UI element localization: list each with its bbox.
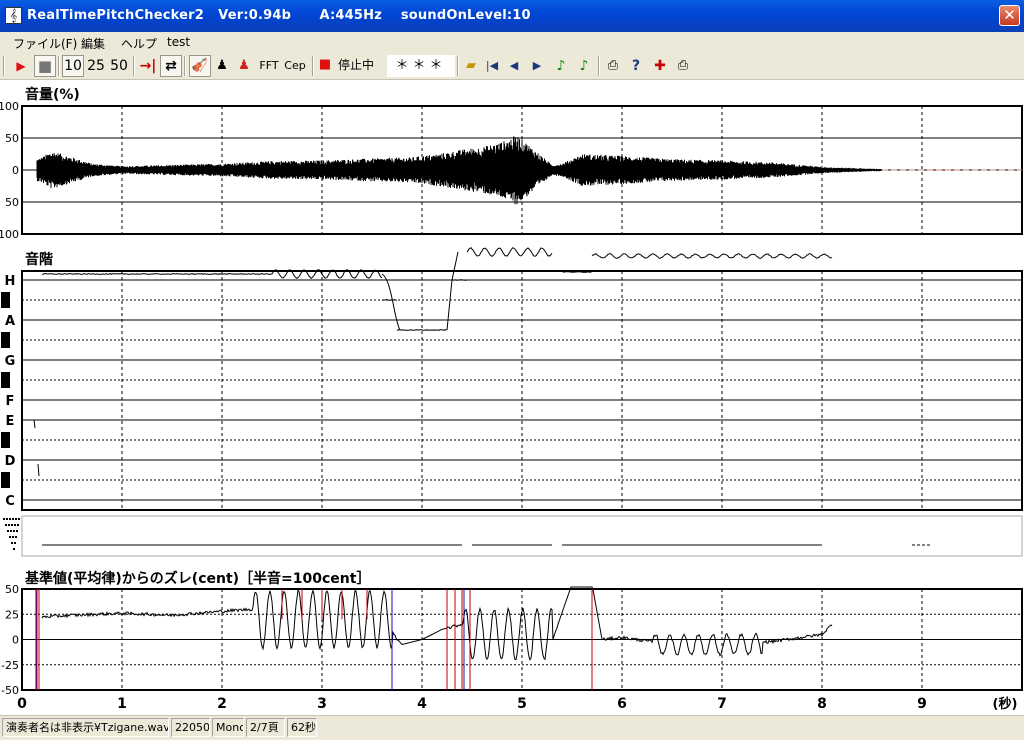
volume-axis-label: 100 bbox=[0, 100, 19, 113]
note-label-D: D bbox=[5, 454, 16, 469]
note-label-E: E bbox=[6, 414, 15, 429]
volume-axis-label: 50 bbox=[5, 132, 19, 145]
volume-axis-label: 50 bbox=[5, 196, 19, 209]
volume-chart: 100 50 0 50 100 bbox=[0, 100, 1023, 241]
charts-canvas: 10050050100 HAGFEDC 50250-25-50 01234567… bbox=[0, 100, 1023, 712]
note-label-C: C bbox=[5, 494, 15, 509]
plot-frame bbox=[21, 270, 1023, 511]
time-tick-label: 2 bbox=[217, 696, 227, 712]
pitch-transition bbox=[381, 273, 401, 331]
time-tick-label: 1 bbox=[117, 696, 127, 712]
strip-dot bbox=[17, 524, 19, 526]
deviation-axis-label: 25 bbox=[5, 608, 19, 621]
strip-dot bbox=[10, 530, 12, 532]
strip-dot bbox=[12, 518, 14, 520]
time-axis: 0 1 2 3 4 5 6 7 8 9 (秒) bbox=[17, 696, 1017, 712]
status-channel: Mono bbox=[212, 718, 244, 737]
status-bar: 演奏者名は非表示¥Tzigane.wav 22050 Mono 2/7頁 62秒 bbox=[0, 715, 1024, 740]
strip-dot bbox=[11, 524, 13, 526]
deviation-chart: 50250-25-50 bbox=[1, 583, 1023, 697]
pitch-trace bbox=[561, 271, 593, 273]
strip-dot bbox=[15, 518, 17, 520]
note-label-A: A bbox=[5, 314, 15, 329]
strip-dot bbox=[16, 530, 18, 532]
strip-dot bbox=[8, 524, 10, 526]
deviation-trace bbox=[41, 586, 833, 661]
onset-strip bbox=[3, 515, 1023, 557]
black-key-marker bbox=[1, 332, 10, 348]
time-tick-label: 6 bbox=[617, 696, 627, 712]
strip-dot bbox=[14, 524, 16, 526]
strip-dot bbox=[14, 542, 16, 544]
strip-dot bbox=[12, 536, 14, 538]
pitch-trace bbox=[591, 253, 833, 259]
deviation-axis-label: -25 bbox=[1, 659, 19, 672]
strip-dot bbox=[6, 518, 8, 520]
volume-axis-label: 100 bbox=[0, 228, 19, 241]
time-tick-label: 7 bbox=[717, 696, 727, 712]
note-label-H: H bbox=[5, 274, 16, 289]
status-length: 62秒 bbox=[287, 718, 317, 737]
time-tick-label: 8 bbox=[817, 696, 827, 712]
time-tick-label: 0 bbox=[17, 696, 27, 712]
strip-dot bbox=[5, 524, 7, 526]
status-file: 演奏者名は非表示¥Tzigane.wav bbox=[2, 718, 169, 737]
deviation-axis-label: 0 bbox=[12, 634, 19, 647]
strip-dot bbox=[18, 518, 20, 520]
strip-dot bbox=[3, 518, 5, 520]
status-page: 2/7頁 bbox=[246, 718, 285, 737]
strip-dot bbox=[9, 518, 11, 520]
strip-dot bbox=[13, 530, 15, 532]
strip-dot bbox=[15, 536, 17, 538]
black-key-marker bbox=[1, 372, 10, 388]
black-key-marker bbox=[1, 432, 10, 448]
volume-axis-label: 0 bbox=[12, 164, 19, 177]
volume-waveform bbox=[36, 136, 882, 205]
pitch-onset-marks bbox=[33, 419, 40, 477]
time-tick-label: 4 bbox=[417, 696, 427, 712]
black-key-marker bbox=[1, 472, 10, 488]
note-label-G: G bbox=[5, 354, 16, 369]
note-label-F: F bbox=[6, 394, 15, 409]
time-tick-label: 9 bbox=[917, 696, 927, 712]
pitch-trace bbox=[452, 279, 468, 281]
pitch-chart: H A G FE D C bbox=[1, 247, 1023, 511]
status-rate: 22050 bbox=[171, 718, 210, 737]
pitch-trace bbox=[41, 273, 273, 276]
time-tick-label: 3 bbox=[317, 696, 327, 712]
pitch-transition bbox=[446, 251, 459, 331]
time-tick-label: 5 bbox=[517, 696, 527, 712]
strip-dot bbox=[9, 536, 11, 538]
deviation-axis-label: 50 bbox=[5, 583, 19, 596]
strip-dot bbox=[11, 542, 13, 544]
pitch-trace bbox=[396, 329, 448, 331]
pitch-trace bbox=[466, 247, 553, 258]
time-axis-unit: (秒) bbox=[993, 696, 1018, 712]
onset-strip-frame bbox=[21, 515, 1023, 557]
black-key-marker bbox=[1, 292, 10, 308]
strip-dot bbox=[13, 548, 15, 550]
strip-dot bbox=[7, 530, 9, 532]
